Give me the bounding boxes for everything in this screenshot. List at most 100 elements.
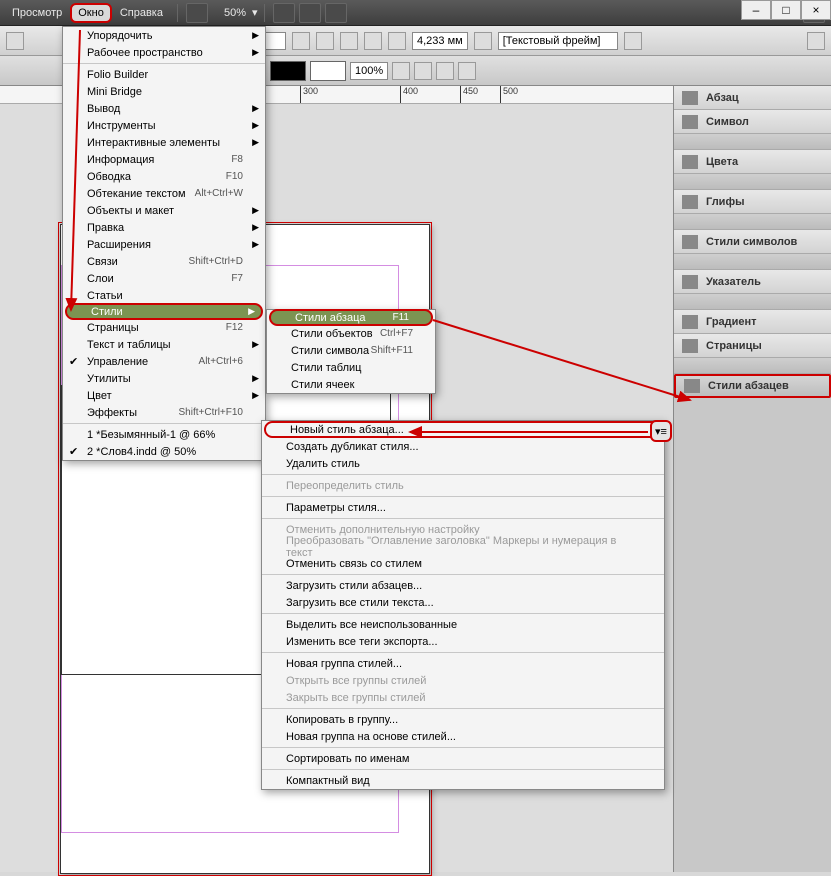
wrap-icon[interactable]: [364, 32, 382, 50]
menu-item[interactable]: СтраницыF12: [63, 319, 265, 336]
menu-item[interactable]: Стили объектовCtrl+F7: [267, 325, 435, 342]
arrange-icon[interactable]: [299, 3, 321, 23]
fill-none-swatch[interactable]: [310, 61, 346, 81]
panel-charstyle-icon[interactable]: Стили символов: [674, 230, 831, 254]
menu-item-label: Компактный вид: [286, 775, 370, 787]
menu-item[interactable]: 1 *Безымянный-1 @ 66%: [63, 426, 265, 443]
fit-icon-2[interactable]: [414, 62, 432, 80]
panel-label: Глифы: [706, 196, 744, 208]
menu-item[interactable]: Параметры стиля...: [262, 499, 664, 516]
scale-icon[interactable]: [292, 32, 310, 50]
frame-type-field[interactable]: [Текстовый фрейм]: [498, 32, 618, 50]
menu-item[interactable]: СвязиShift+Ctrl+D: [63, 253, 265, 270]
menu-view[interactable]: Просмотр: [4, 3, 70, 23]
options-icon[interactable]: [624, 32, 642, 50]
menu-item-label: Вывод: [87, 103, 120, 115]
menu-item[interactable]: Folio Builder: [63, 66, 265, 83]
menu-item[interactable]: Копировать в группу...: [262, 711, 664, 728]
menu-item[interactable]: Стили таблиц: [267, 359, 435, 376]
menu-item[interactable]: Загрузить все стили текста...: [262, 594, 664, 611]
menu-item[interactable]: ✔2 *Слов4.indd @ 50%: [63, 443, 265, 460]
menu-item[interactable]: Объекты и макет▶: [63, 202, 265, 219]
menu-item[interactable]: Информация F8: [63, 151, 265, 168]
menu-item[interactable]: Загрузить стили абзацев...: [262, 577, 664, 594]
screenmode-icon[interactable]: [273, 3, 295, 23]
panel-dock: АбзацСимвол Цвета Глифы Стили символов Указа…: [673, 86, 831, 872]
menu-shortcut: F8: [231, 154, 243, 165]
menu-window[interactable]: Окно: [70, 3, 112, 23]
menu-item[interactable]: Вывод▶: [63, 100, 265, 117]
menu-item[interactable]: Обтекание текстомAlt+Ctrl+W: [63, 185, 265, 202]
menu-item[interactable]: Утилиты▶: [63, 370, 265, 387]
panel-parastyle-icon[interactable]: Стили абзацев: [674, 374, 831, 398]
panel-pages-icon[interactable]: Страницы: [674, 334, 831, 358]
menu-item[interactable]: СлоиF7: [63, 270, 265, 287]
menu-item[interactable]: Стили абзацаF11: [269, 309, 433, 326]
menu-item-label: Информация: [87, 154, 154, 166]
menu-item[interactable]: Инструменты▶: [63, 117, 265, 134]
menu-item[interactable]: Удалить стиль: [262, 455, 664, 472]
ruler-tick: 450: [460, 86, 478, 103]
bolt-icon[interactable]: [807, 32, 825, 50]
menu-item[interactable]: Создать дубликат стиля...: [262, 438, 664, 455]
close-button[interactable]: ×: [801, 0, 831, 20]
menu-item[interactable]: Новый стиль абзаца...: [264, 421, 662, 438]
submenu-arrow-icon: ▶: [252, 373, 259, 384]
corner-radius-field[interactable]: 4,233 мм: [412, 32, 468, 50]
frame-icon[interactable]: [474, 32, 492, 50]
menu-item[interactable]: Текст и таблицы▶: [63, 336, 265, 353]
opacity-field[interactable]: 100%: [350, 62, 388, 80]
menu-item[interactable]: Упорядочить▶: [63, 27, 265, 44]
menu-item[interactable]: Стили символаShift+F11: [267, 342, 435, 359]
panel-index-icon[interactable]: Указатель: [674, 270, 831, 294]
menu-item[interactable]: Правка▶: [63, 219, 265, 236]
maximize-button[interactable]: □: [771, 0, 801, 20]
zoom-level[interactable]: 50%: [218, 7, 252, 19]
menu-help[interactable]: Справка: [112, 3, 171, 23]
menu-item[interactable]: ОбводкаF10: [63, 168, 265, 185]
fill-swatch[interactable]: [270, 61, 306, 81]
fx-icon[interactable]: [316, 32, 334, 50]
panel-flyout-button[interactable]: ▾≡: [650, 420, 672, 442]
panel-color-icon[interactable]: Цвета: [674, 150, 831, 174]
menu-item[interactable]: Компактный вид: [262, 772, 664, 789]
panel-glyph-icon[interactable]: Глифы: [674, 190, 831, 214]
menu-item-label: Mini Bridge: [87, 86, 142, 98]
menu-item[interactable]: Интерактивные элементы▶: [63, 134, 265, 151]
corner-icon[interactable]: [388, 32, 406, 50]
menu-item[interactable]: Отменить связь со стилем: [262, 555, 664, 572]
menu-item[interactable]: Выделить все неиспользованные: [262, 616, 664, 633]
menu-item-label: Сортировать по именам: [286, 753, 410, 765]
menu-item[interactable]: Mini Bridge: [63, 83, 265, 100]
menu-item[interactable]: Статьи: [63, 287, 265, 304]
fit-icon-4[interactable]: [458, 62, 476, 80]
align-icon[interactable]: [340, 32, 358, 50]
menu-item[interactable]: ✔УправлениеAlt+Ctrl+6: [63, 353, 265, 370]
fit-icon-3[interactable]: [436, 62, 454, 80]
menu-item-label: Упорядочить: [87, 30, 152, 42]
layout-icon[interactable]: [325, 3, 347, 23]
panel-char-icon[interactable]: Символ: [674, 110, 831, 134]
submenu-arrow-icon: ▶: [252, 120, 259, 131]
panel-gradient-icon[interactable]: Градиент: [674, 310, 831, 334]
menu-item[interactable]: Новая группа стилей...: [262, 655, 664, 672]
bridge-icon[interactable]: [186, 3, 208, 23]
menu-item[interactable]: Стили ячеек: [267, 376, 435, 393]
menu-item[interactable]: Цвет▶: [63, 387, 265, 404]
menu-item[interactable]: Сортировать по именам: [262, 750, 664, 767]
minimize-button[interactable]: –: [741, 0, 771, 20]
menu-item-label: Эффекты: [87, 407, 137, 419]
cursor-icon[interactable]: [6, 32, 24, 50]
menu-item[interactable]: ЭффектыShift+Ctrl+F10: [63, 404, 265, 421]
menu-item[interactable]: Расширения▶: [63, 236, 265, 253]
menu-item[interactable]: Новая группа на основе стилей...: [262, 728, 664, 745]
menu-shortcut: Alt+Ctrl+6: [199, 356, 243, 367]
menu-item[interactable]: Рабочее пространство▶: [63, 44, 265, 61]
submenu-arrow-icon: ▶: [252, 47, 259, 58]
panel-paragraph-icon[interactable]: Абзац: [674, 86, 831, 110]
styles-submenu: Стили абзацаF11Стили объектовCtrl+F7Стил…: [266, 309, 436, 394]
fit-icon-1[interactable]: [392, 62, 410, 80]
panel-label: Стили абзацев: [708, 380, 789, 392]
menu-item[interactable]: Изменить все теги экспорта...: [262, 633, 664, 650]
menu-item[interactable]: Стили▶: [65, 303, 263, 320]
